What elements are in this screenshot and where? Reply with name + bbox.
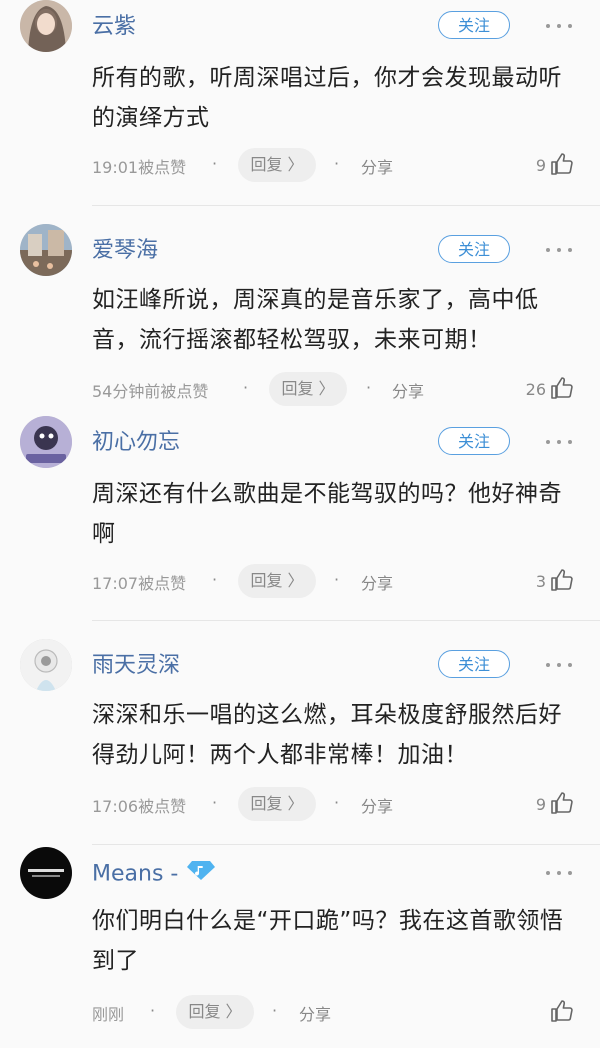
comment-text: 深深和乐一唱的这么燃，耳朵极度舒服然后好得劲儿阿！两个人都非常棒！加油！ <box>92 702 562 768</box>
thumb-up-icon <box>551 569 573 591</box>
username[interactable]: 爱琴海 <box>92 236 158 266</box>
share-button[interactable]: 分享 <box>361 570 393 594</box>
thumb-up-icon <box>551 377 573 399</box>
avatar[interactable] <box>20 224 72 276</box>
username[interactable]: 云紫 <box>92 12 136 42</box>
separator-dot: · <box>243 378 249 397</box>
avatar[interactable] <box>20 416 72 468</box>
separator-dot: · <box>334 793 340 812</box>
more-icon[interactable] <box>546 246 572 254</box>
divider <box>92 620 600 621</box>
like-time: 刚刚 <box>92 1005 125 1024</box>
like-time: 17:06被点赞 <box>92 797 187 816</box>
more-icon[interactable] <box>546 661 572 669</box>
separator-dot: · <box>334 570 340 589</box>
reply-button[interactable]: 回复 〉 <box>238 148 316 182</box>
separator-dot: · <box>212 793 218 812</box>
thumb-up-icon <box>551 792 573 814</box>
comment-meta: 17:06被点赞 · 回复 〉 · 分享 9 <box>92 787 600 821</box>
like-count: 3 <box>535 572 546 591</box>
avatar[interactable] <box>20 847 72 899</box>
comment-meta: 19:01被点赞 · 回复 〉 · 分享 9 <box>92 148 600 182</box>
username[interactable]: Means - <box>92 859 216 890</box>
comment-text: 所有的歌，听周深唱过后，你才会发现最动听的演绎方式 <box>92 65 562 131</box>
separator-dot: · <box>366 378 372 397</box>
comment-meta: 刚刚 · 回复 〉 · 分享 <box>92 995 600 1029</box>
comment-text: 如汪峰所说，周深真的是音乐家了，高中低音，流行摇滚都轻松驾驭，未来可期！ <box>92 287 539 353</box>
divider <box>92 844 600 845</box>
reply-button[interactable]: 回复 〉 <box>238 564 316 598</box>
follow-button[interactable]: 关注 <box>438 11 510 39</box>
avatar[interactable] <box>20 639 72 691</box>
username[interactable]: 初心勿忘 <box>92 428 180 458</box>
divider <box>92 205 600 206</box>
comment-text: 周深还有什么歌曲是不能驾驭的吗？他好神奇啊 <box>92 481 562 547</box>
like-count: 9 <box>535 156 546 175</box>
share-button[interactable]: 分享 <box>361 154 393 178</box>
thumb-up-icon <box>551 1000 573 1022</box>
follow-button[interactable]: 关注 <box>438 235 510 263</box>
separator-dot: · <box>272 1001 278 1020</box>
reply-button[interactable]: 回复 〉 <box>269 372 347 406</box>
like-count: 9 <box>535 795 546 814</box>
like-time: 19:01被点赞 <box>92 158 187 177</box>
comment-meta: 17:07被点赞 · 回复 〉 · 分享 3 <box>92 564 600 598</box>
separator-dot: · <box>212 570 218 589</box>
more-icon[interactable] <box>546 438 572 446</box>
more-icon[interactable] <box>546 869 572 877</box>
reply-button[interactable]: 回复 〉 <box>238 787 316 821</box>
separator-dot: · <box>150 1001 156 1020</box>
reply-button[interactable]: 回复 〉 <box>176 995 254 1029</box>
separator-dot: · <box>334 154 340 173</box>
follow-button[interactable]: 关注 <box>438 650 510 678</box>
thumb-up-icon <box>551 153 573 175</box>
share-button[interactable]: 分享 <box>392 378 424 402</box>
more-icon[interactable] <box>546 22 572 30</box>
avatar[interactable] <box>20 0 72 52</box>
username-text: Means - <box>92 861 179 887</box>
vip-diamond-icon <box>186 859 216 890</box>
comment-text: 你们明白什么是“开口跪”吗？我在这首歌领悟到了 <box>92 908 564 974</box>
comment-meta: 54分钟前被点赞 · 回复 〉 · 分享 26 <box>92 372 600 406</box>
like-count: 26 <box>525 380 546 399</box>
like-time: 54分钟前被点赞 <box>92 382 209 401</box>
share-button[interactable]: 分享 <box>299 1001 331 1025</box>
comment-item: 雨天灵深 关注 深深和乐一唱的这么燃，耳朵极度舒服然后好得劲儿阿！两个人都非常棒… <box>0 639 600 844</box>
comment-item: 爱琴海 关注 如汪峰所说，周深真的是音乐家了，高中低音，流行摇滚都轻松驾驭，未来… <box>0 224 600 406</box>
comment-item: 初心勿忘 关注 周深还有什么歌曲是不能驾驭的吗？他好神奇啊 17:07被点赞 ·… <box>0 416 600 620</box>
username[interactable]: 雨天灵深 <box>92 651 180 681</box>
follow-button[interactable]: 关注 <box>438 427 510 455</box>
like-time: 17:07被点赞 <box>92 574 187 593</box>
share-button[interactable]: 分享 <box>361 793 393 817</box>
comment-item: 云紫 关注 所有的歌，听周深唱过后，你才会发现最动听的演绎方式 19:01被点赞… <box>0 0 600 205</box>
separator-dot: · <box>212 154 218 173</box>
comment-item: Means - 你们明白什么是“开口跪”吗？我在这首歌领悟到了 刚刚 · 回复 … <box>0 847 600 1047</box>
